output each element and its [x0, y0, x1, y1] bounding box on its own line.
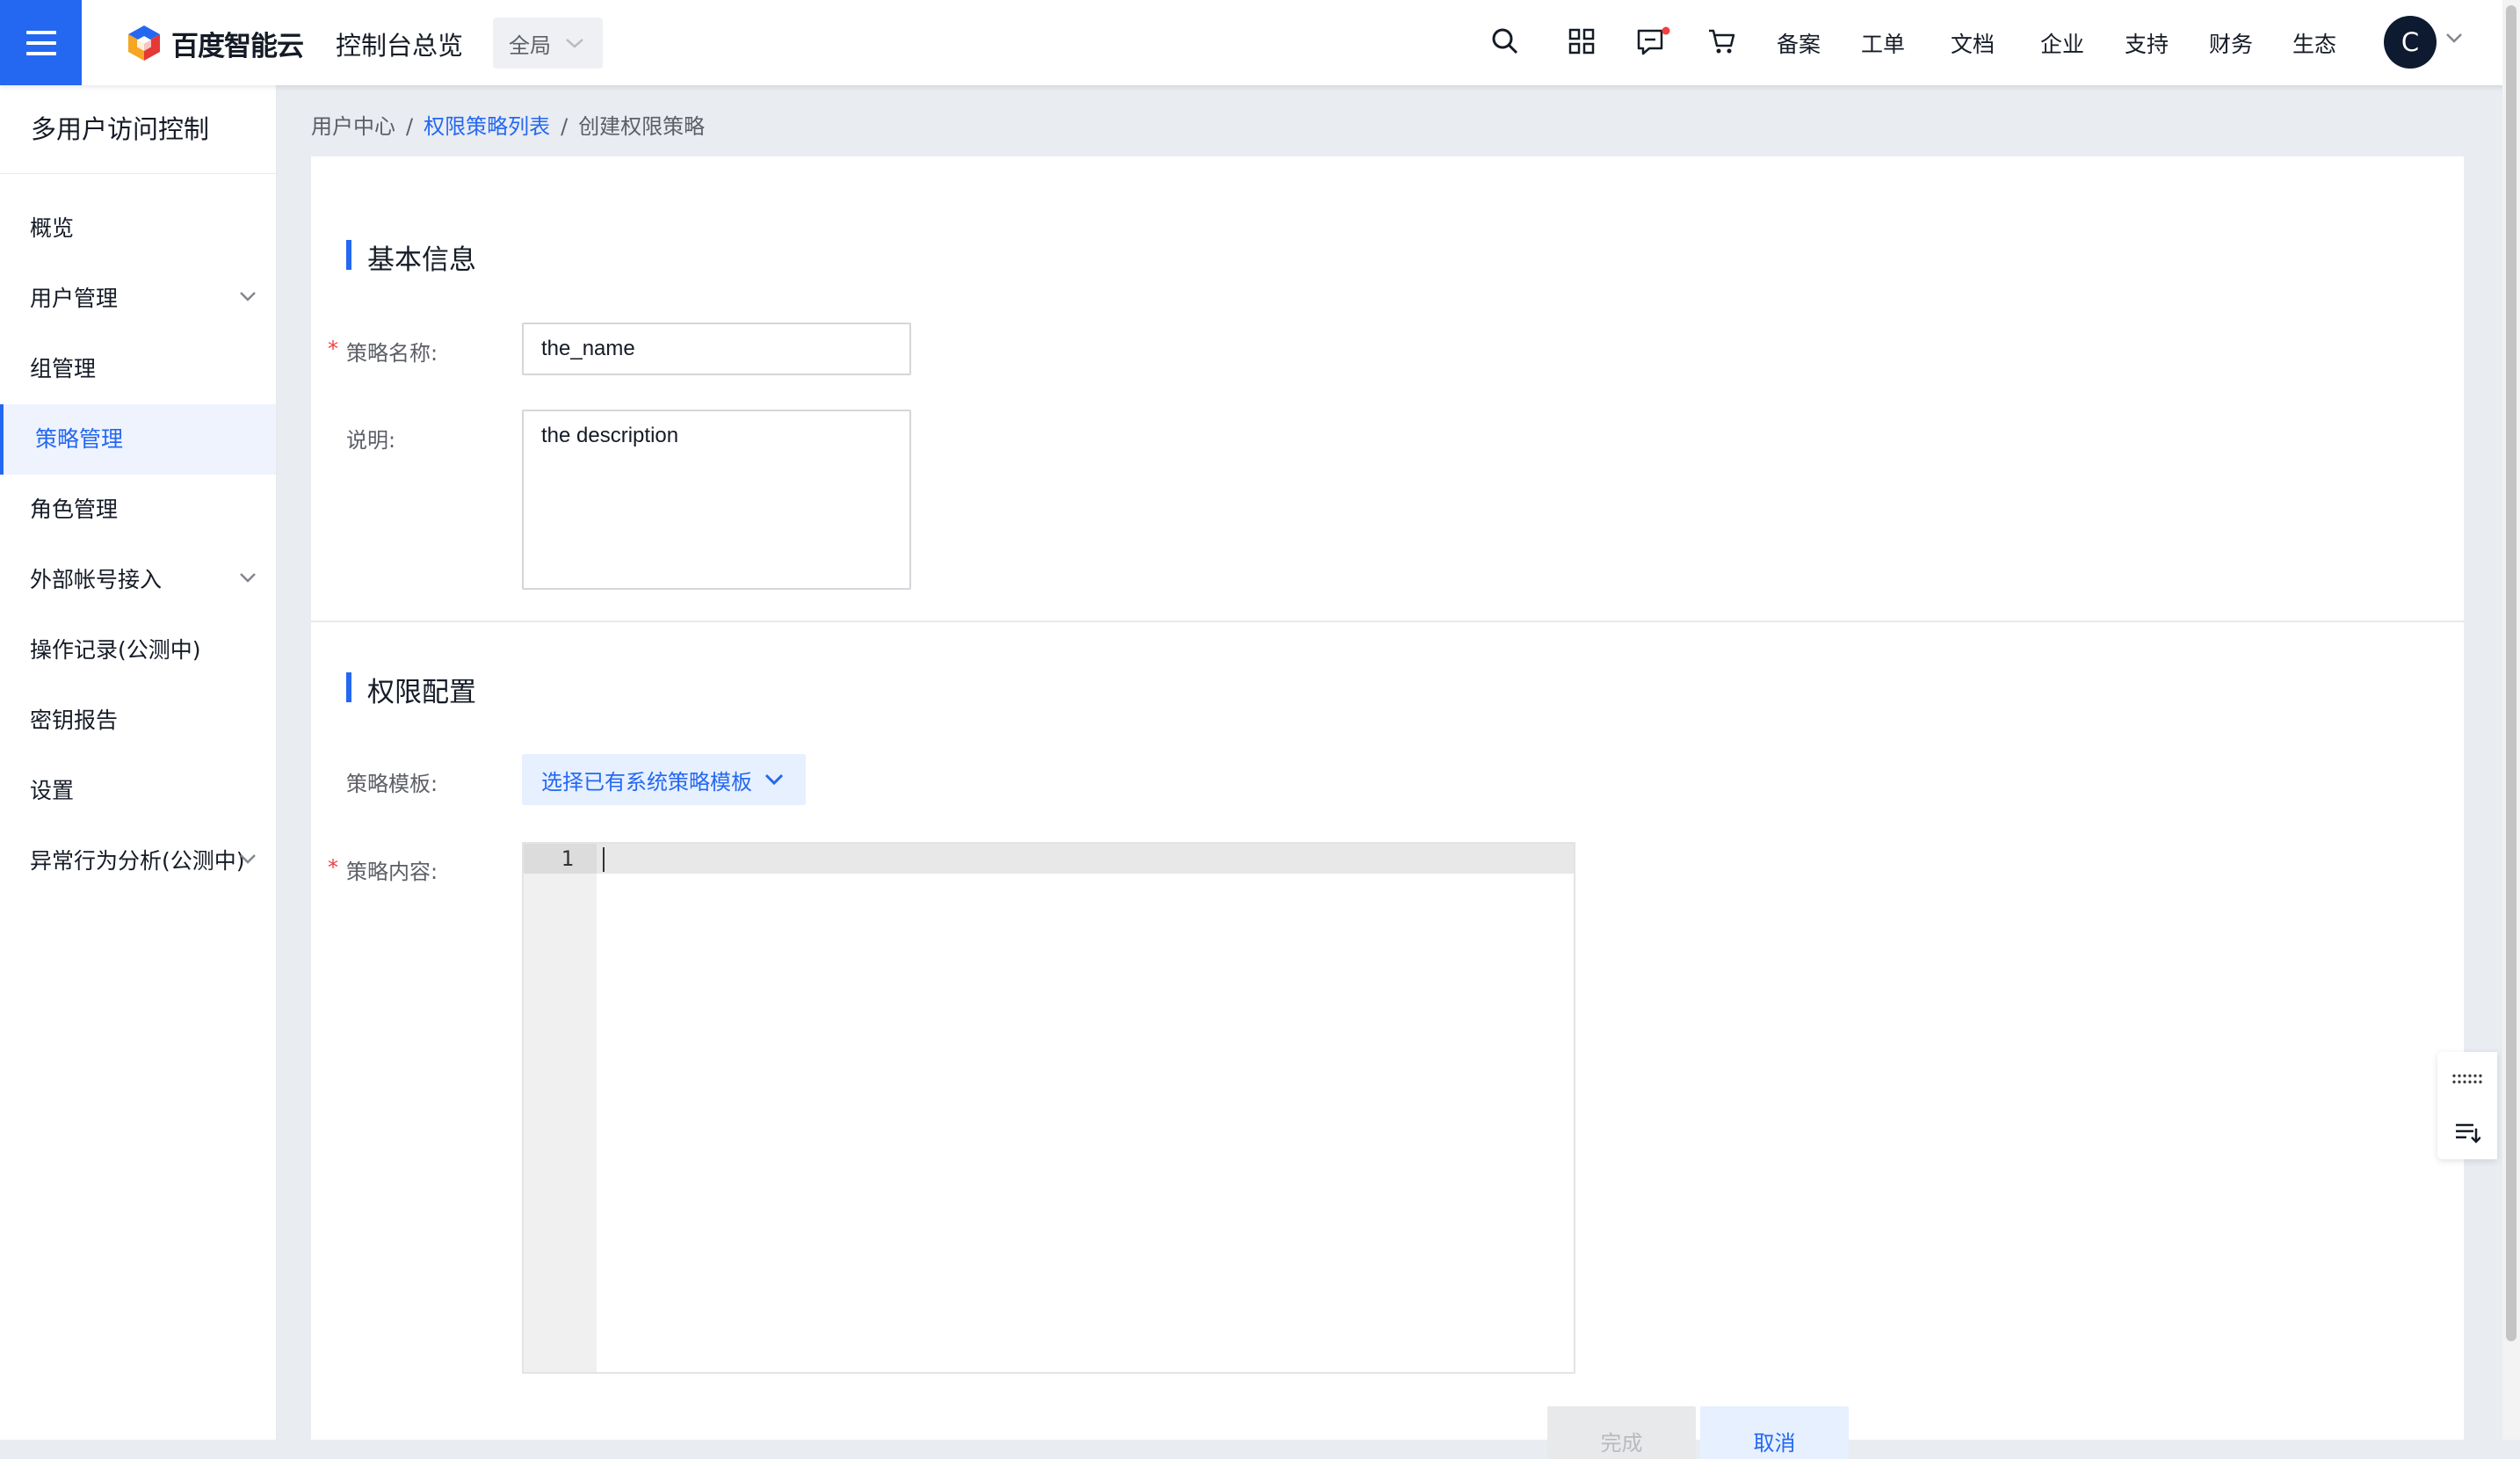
section-title-permission: 权限配置	[346, 670, 476, 709]
sidebar-item-label: 组管理	[30, 356, 97, 381]
sidebar-item-settings[interactable]: 设置	[0, 756, 276, 826]
message-icon[interactable]	[1636, 26, 1671, 58]
nav-enterprise[interactable]: 企业	[2040, 27, 2084, 59]
top-header: 百度智能云 控制台总览 全局 备案 工单 文档 企业 支持 财务 生态 C	[0, 0, 2520, 85]
drag-handle-icon[interactable]	[2437, 1052, 2497, 1106]
editor-line-number: 1	[524, 844, 597, 874]
nav-support[interactable]: 支持	[2125, 27, 2169, 59]
breadcrumb-current: 创建权限策略	[578, 114, 706, 139]
sidebar-item-label: 外部帐号接入	[30, 567, 163, 592]
sidebar-item-label: 角色管理	[30, 497, 119, 522]
sidebar-item-operation-log[interactable]: 操作记录(公测中)	[0, 615, 276, 686]
cancel-button[interactable]: 取消	[1700, 1406, 1849, 1459]
description-label: 说明:	[346, 428, 396, 453]
editor-gutter	[524, 844, 597, 1372]
chevron-down-icon[interactable]	[2445, 32, 2463, 44]
brand-name: 百度智能云	[171, 30, 304, 62]
required-mark: *	[328, 855, 338, 880]
sidebar-item-policies[interactable]: 策略管理	[0, 404, 276, 475]
sidebar-item-users[interactable]: 用户管理	[0, 264, 276, 334]
sidebar-item-label: 策略管理	[35, 426, 124, 452]
nav-finance[interactable]: 财务	[2209, 27, 2253, 59]
breadcrumb: 用户中心 / 权限策略列表 / 创建权限策略	[311, 109, 705, 140]
nav-ecosystem[interactable]: 生态	[2292, 27, 2336, 59]
sidebar-item-label: 操作记录(公测中)	[30, 637, 201, 663]
hamburger-menu-icon[interactable]	[0, 0, 82, 85]
sidebar: 多用户访问控制 概览 用户管理 组管理 策略管理 角色管理 外部帐号接入 操作记…	[0, 85, 277, 1440]
sidebar-item-label: 概览	[30, 215, 75, 241]
editor-cursor	[603, 847, 605, 872]
policy-content-editor[interactable]: 1	[522, 842, 1575, 1374]
page-scrollbar[interactable]	[2502, 0, 2520, 1440]
policy-template-select[interactable]: 选择已有系统策略模板	[522, 754, 806, 805]
create-policy-card: 基本信息 * 策略名称: 说明: the description 权限配置 策略模…	[311, 156, 2464, 1459]
sidebar-item-external-accounts[interactable]: 外部帐号接入	[0, 545, 276, 615]
scrollbar-thumb[interactable]	[2506, 5, 2516, 1341]
chevron-down-icon	[566, 39, 583, 48]
breadcrumb-root[interactable]: 用户中心	[311, 114, 395, 139]
done-button[interactable]: 完成	[1547, 1406, 1696, 1459]
qrcode-icon[interactable]	[1568, 28, 1595, 54]
policy-name-input[interactable]	[522, 323, 911, 375]
chevron-down-icon	[764, 773, 784, 786]
user-avatar[interactable]: C	[2384, 16, 2437, 69]
brand-logo[interactable]: 百度智能云	[126, 23, 304, 63]
sidebar-item-key-report[interactable]: 密钥报告	[0, 686, 276, 756]
breadcrumb-policy-list-link[interactable]: 权限策略列表	[424, 114, 550, 139]
sidebar-item-overview[interactable]: 概览	[0, 193, 276, 264]
breadcrumb-separator: /	[406, 114, 414, 139]
chevron-down-icon	[240, 573, 256, 583]
nav-beian[interactable]: 备案	[1777, 27, 1821, 59]
sidebar-item-roles[interactable]: 角色管理	[0, 475, 276, 545]
sidebar-title: 多用户访问控制	[0, 85, 276, 174]
chevron-down-icon	[240, 854, 256, 864]
sidebar-item-label: 用户管理	[30, 286, 119, 311]
required-mark: *	[328, 337, 338, 361]
nav-docs[interactable]: 文档	[1951, 27, 1995, 59]
nav-ticket[interactable]: 工单	[1861, 27, 1905, 59]
section-divider	[311, 621, 2464, 622]
cube-logo-icon	[128, 25, 160, 61]
region-value: 全局	[509, 33, 551, 58]
search-icon[interactable]	[1491, 26, 1519, 56]
policy-name-label: * 策略名称:	[328, 336, 438, 367]
sort-list-icon[interactable]	[2437, 1106, 2497, 1159]
console-overview-link[interactable]: 控制台总览	[336, 25, 463, 62]
policy-name-label-text: 策略名称:	[346, 341, 438, 366]
sidebar-item-label: 异常行为分析(公测中)	[30, 848, 245, 874]
policy-content-label: * 策略内容:	[328, 854, 438, 885]
policy-template-select-label: 选择已有系统策略模板	[541, 769, 752, 795]
sidebar-item-anomaly-analysis[interactable]: 异常行为分析(公测中)	[0, 826, 276, 896]
description-textarea[interactable]: the description	[522, 410, 911, 590]
policy-template-label: 策略模板:	[346, 772, 438, 796]
sidebar-item-groups[interactable]: 组管理	[0, 334, 276, 404]
region-select[interactable]: 全局	[493, 18, 603, 69]
editor-active-line	[524, 844, 1574, 874]
sidebar-item-label: 设置	[30, 778, 75, 803]
breadcrumb-separator: /	[561, 114, 568, 139]
floating-toolbar	[2437, 1052, 2497, 1159]
cart-icon[interactable]	[1707, 28, 1735, 54]
section-title-basic: 基本信息	[346, 237, 476, 277]
chevron-down-icon	[240, 292, 256, 301]
policy-content-label-text: 策略内容:	[346, 860, 438, 884]
sidebar-item-label: 密钥报告	[30, 708, 119, 733]
